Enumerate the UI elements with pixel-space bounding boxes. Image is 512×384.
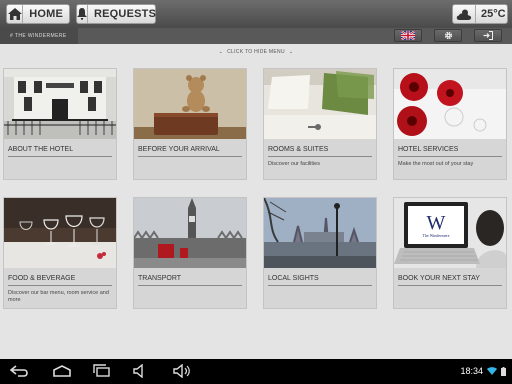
volume-down-icon[interactable] — [132, 364, 150, 378]
tile-description: Discover our bar menu, room service and … — [8, 290, 109, 303]
tile-before-your-arrival[interactable]: BEFORE YOUR ARRIVAL — [133, 68, 247, 180]
home-label: HOME — [29, 8, 63, 20]
uk-flag-icon — [401, 31, 415, 40]
red-flowers-image — [394, 69, 506, 139]
temperature: 25°C — [481, 8, 506, 20]
tile-book-your-next-stay[interactable]: W The Windermere BOOK YOUR NEXT STAY — [393, 197, 507, 309]
tile-description: Discover our facilities — [268, 161, 320, 167]
home-icon — [7, 5, 24, 23]
tile-title: HOTEL SERVICES — [398, 146, 459, 153]
recent-apps-icon[interactable] — [92, 364, 112, 378]
top-bar: HOME REQUESTS 25°C — [0, 0, 512, 28]
tile-title: TRANSPORT — [138, 275, 182, 282]
settings-button[interactable] — [434, 29, 462, 42]
chevron-down-icon: ⌄ — [288, 49, 294, 55]
hide-menu-toggle[interactable]: ⌄ CLICK TO HIDE MENU ⌄ — [0, 46, 512, 58]
tile-transport[interactable]: TRANSPORT — [133, 197, 247, 309]
tile-hotel-services[interactable]: HOTEL SERVICES Make the most out of your… — [393, 68, 507, 180]
teddy-bear-image — [134, 69, 246, 139]
clock: 18:34 — [460, 366, 483, 376]
tile-title: BOOK YOUR NEXT STAY — [398, 275, 480, 282]
big-ben-bus-image — [134, 198, 246, 268]
laptop-booking-image: W The Windermere — [394, 198, 506, 268]
battery-icon — [501, 366, 506, 376]
login-button[interactable] — [474, 29, 502, 42]
divider — [138, 156, 242, 157]
login-icon — [483, 31, 493, 40]
home-button[interactable]: HOME — [6, 4, 70, 24]
divider — [8, 156, 112, 157]
restaurant-table-image — [4, 198, 116, 268]
divider — [398, 285, 502, 286]
divider — [398, 156, 502, 157]
tile-about-the-hotel[interactable]: ABOUT THE HOTEL — [3, 68, 117, 180]
status-area[interactable]: 18:34 — [460, 366, 506, 376]
hide-menu-label: CLICK TO HIDE MENU — [227, 49, 285, 55]
chevron-down-icon: ⌄ — [218, 49, 224, 55]
back-icon[interactable] — [10, 364, 30, 378]
system-nav-bar: 18:34 — [0, 359, 512, 384]
volume-up-icon[interactable] — [172, 364, 192, 378]
divider — [268, 285, 372, 286]
hotel-brand: # THE WINDERMERE — [0, 28, 78, 44]
tile-food-and-beverage[interactable]: FOOD & BEVERAGE Discover our bar menu, r… — [3, 197, 117, 309]
tile-title: ROOMS & SUITES — [268, 146, 329, 153]
hotel-facade-image — [4, 69, 116, 139]
home-nav-icon[interactable] — [52, 364, 72, 378]
bed-pillows-image — [264, 69, 376, 139]
tile-title: LOCAL SIGHTS — [268, 275, 319, 282]
bell-icon — [77, 5, 88, 23]
gear-icon — [444, 31, 452, 40]
tile-title: ABOUT THE HOTEL — [8, 146, 74, 153]
weather-widget[interactable]: 25°C — [452, 4, 508, 24]
requests-label: REQUESTS — [94, 8, 157, 20]
tile-rooms-and-suites[interactable]: ROOMS & SUITES Discover our facilities — [263, 68, 377, 180]
logo-text: The Windermere — [422, 232, 450, 238]
wifi-icon — [487, 367, 497, 375]
thames-embankment-image — [264, 198, 376, 268]
tile-local-sights[interactable]: LOCAL SIGHTS — [263, 197, 377, 309]
divider — [138, 285, 242, 286]
windermere-logo: W The Windermere — [408, 206, 464, 244]
tile-title: FOOD & BEVERAGE — [8, 275, 76, 282]
tile-description: Make the most out of your stay — [398, 161, 474, 167]
tile-title: BEFORE YOUR ARRIVAL — [138, 146, 220, 153]
logo-letter: W — [426, 211, 446, 234]
divider — [8, 285, 112, 286]
cloud-icon — [453, 5, 476, 23]
divider — [268, 156, 372, 157]
language-button[interactable] — [394, 29, 422, 42]
sub-bar: # THE WINDERMERE — [0, 28, 512, 44]
requests-button[interactable]: REQUESTS — [76, 4, 156, 24]
